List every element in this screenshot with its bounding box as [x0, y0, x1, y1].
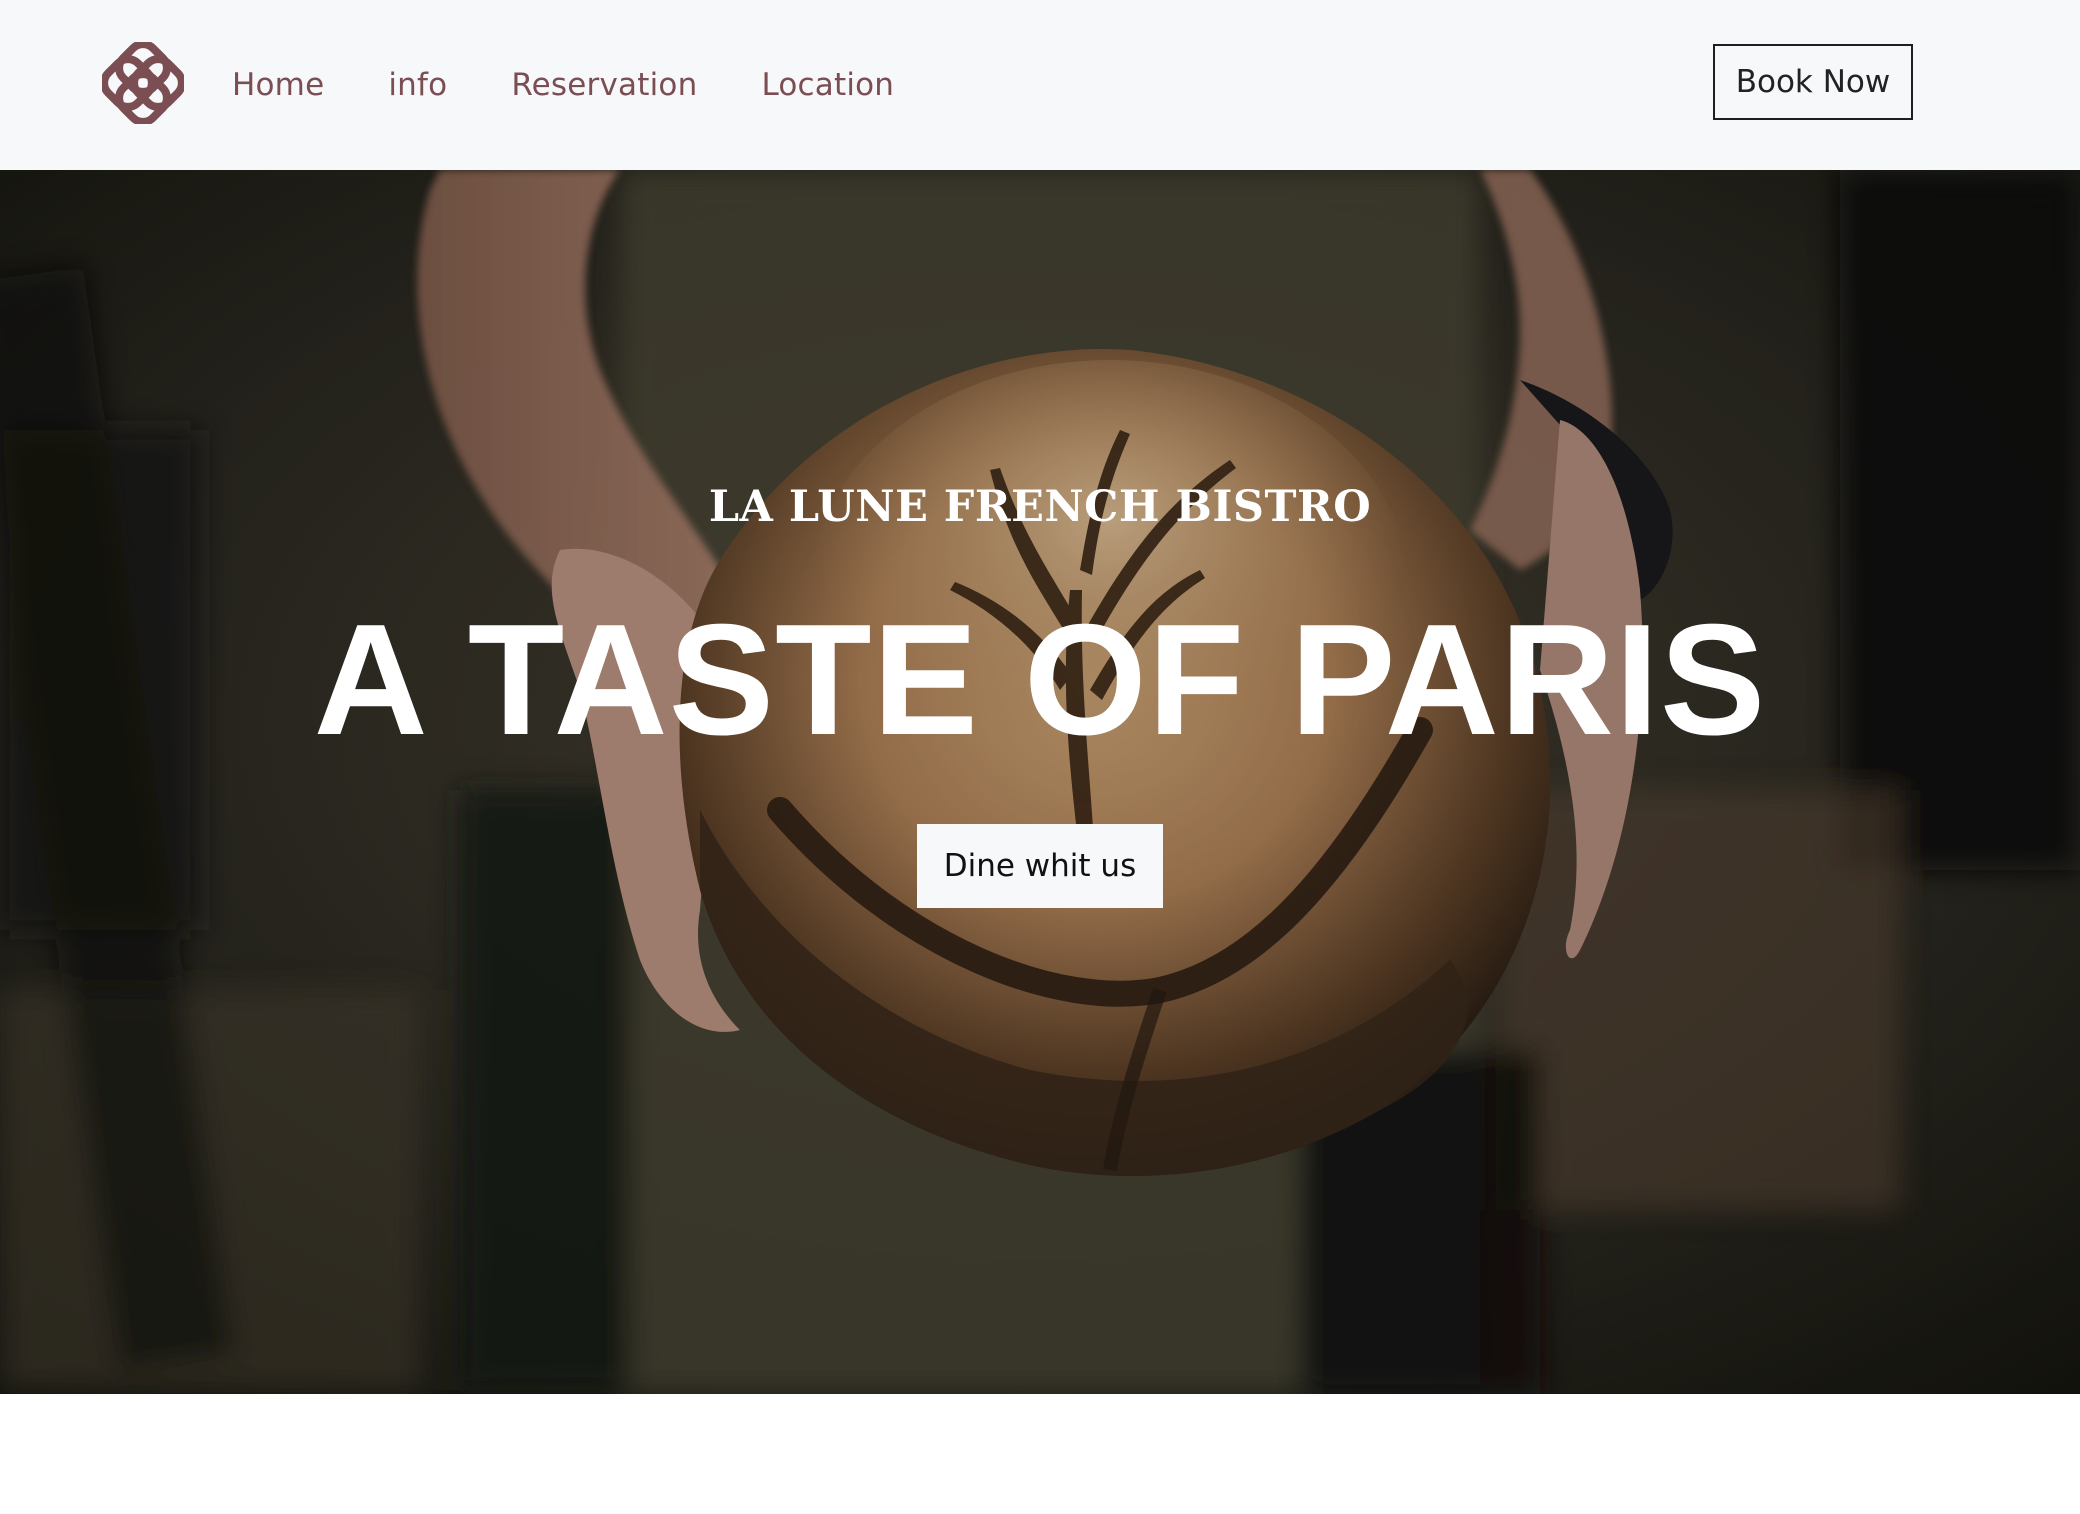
restaurant-subtitle: LA LUNE FRENCH BISTRO	[708, 482, 1372, 532]
dine-with-us-button[interactable]: Dine whit us	[917, 824, 1163, 908]
hero-title: A TASTE OF PARIS	[313, 592, 1767, 768]
nav-links: Home info Reservation Location	[232, 0, 958, 170]
below-hero-area	[0, 1394, 2080, 1514]
quatrefoil-logo-icon[interactable]	[102, 42, 184, 124]
nav-home-link[interactable]: Home	[232, 67, 324, 103]
nav-info-link[interactable]: info	[388, 67, 447, 103]
hero-section: LA LUNE FRENCH BISTRO A TASTE OF PARIS D…	[0, 170, 2080, 1394]
hero-background-image	[0, 170, 2080, 1394]
nav-location-link[interactable]: Location	[761, 67, 894, 103]
nav-reservation-link[interactable]: Reservation	[511, 67, 697, 103]
book-now-button[interactable]: Book Now	[1713, 44, 1913, 120]
top-navbar: Home info Reservation Location Book Now	[0, 0, 2080, 170]
